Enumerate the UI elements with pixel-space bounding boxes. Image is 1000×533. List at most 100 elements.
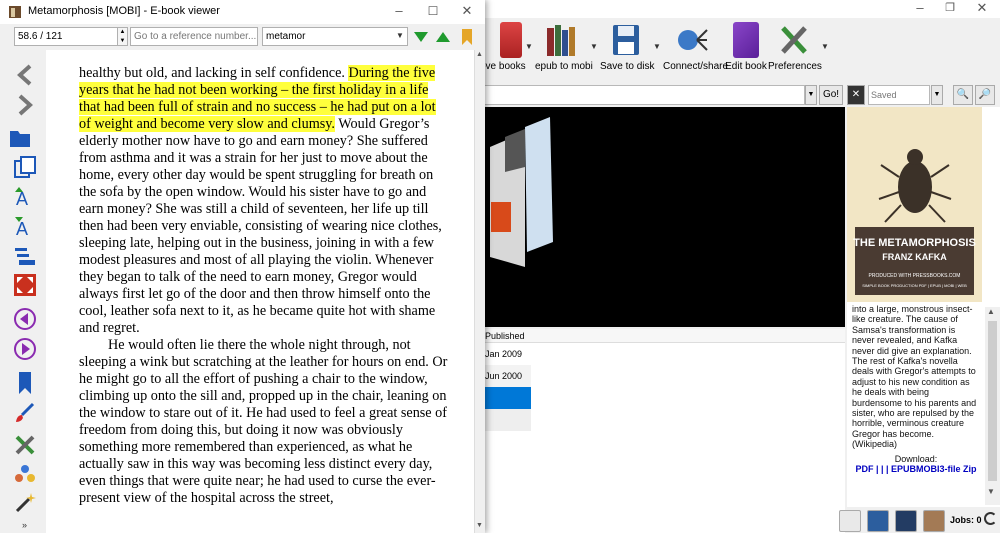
book-cover[interactable]: THE METAMORPHOSIS FRANZ KAFKA PRODUCED W…: [847, 107, 982, 302]
book-text: healthy but old, and lacking in self con…: [79, 65, 449, 507]
search-options-icon[interactable]: 🔎: [975, 85, 995, 105]
bookmarks-icon[interactable]: [12, 370, 38, 396]
text-run: healthy but old, and lacking in self con…: [79, 65, 349, 81]
paragraph: healthy but old, and lacking in self con…: [79, 65, 449, 337]
minimize-icon[interactable]: –: [905, 0, 935, 18]
table-row[interactable]: [485, 409, 531, 431]
chevron-down-icon[interactable]: ▼: [931, 85, 943, 105]
tag-icon[interactable]: [839, 510, 861, 532]
list-view-icon[interactable]: [867, 510, 889, 532]
chevron-down-icon[interactable]: ▼: [805, 85, 817, 105]
paragraph: He would often lie there the whole night…: [79, 337, 448, 506]
close-icon[interactable]: ✕: [452, 3, 482, 21]
cover-flow[interactable]: [485, 107, 845, 327]
download-label: Download:: [894, 453, 938, 464]
font-size-larger-icon[interactable]: A: [12, 184, 38, 210]
chevron-down-icon[interactable]: ▼: [396, 31, 404, 40]
scroll-up-icon[interactable]: ▲: [476, 51, 483, 58]
column-header-published[interactable]: Published: [485, 329, 845, 343]
reference-input[interactable]: Go to a reference number...: [130, 27, 258, 46]
fullscreen-icon[interactable]: [12, 272, 38, 298]
magic-wand-icon[interactable]: [12, 490, 38, 516]
book-view-icon[interactable]: [923, 510, 945, 532]
minimize-icon[interactable]: –: [384, 3, 414, 21]
cover-flow-books: [490, 117, 553, 267]
main-toolbar: ove books ▼ epub to mobi ▼ Save to disk …: [480, 18, 1000, 84]
cover-title: THE METAMORPHOSIS: [853, 237, 976, 249]
next-page-icon[interactable]: [12, 336, 38, 362]
previous-page-icon[interactable]: [12, 306, 38, 332]
spinbox-arrows[interactable]: ▲ ▼: [117, 27, 128, 46]
search-bar: ▼ Go! ✕ Saved Searches ▼ 🔍 🔎: [485, 84, 1000, 118]
svg-text:A: A: [16, 219, 28, 239]
details-scrollbar[interactable]: ▲ ▼: [985, 307, 1000, 505]
save-to-disk-button[interactable]: Save to disk: [600, 18, 654, 82]
viewer-titlebar: Metamorphosis [MOBI] - E-book viewer – ☐…: [0, 0, 485, 24]
clear-search-icon[interactable]: ✕: [847, 85, 865, 105]
books-icon: [544, 22, 578, 58]
chevron-down-icon[interactable]: ▼: [525, 42, 533, 51]
viewer-toolbar: 58.6 / 121 ▲ ▼ Go to a reference number..…: [0, 24, 485, 50]
scroll-up-icon[interactable]: ▲: [987, 307, 995, 316]
preferences-button[interactable]: Preferences: [768, 18, 822, 82]
trash-icon: [500, 22, 522, 58]
scroll-down-icon[interactable]: ▼: [476, 522, 483, 529]
search-icon[interactable]: 🔍: [953, 85, 973, 105]
book-page[interactable]: healthy but old, and lacking in self con…: [46, 50, 474, 533]
close-icon[interactable]: ✕: [967, 0, 997, 18]
find-next-icon[interactable]: [413, 30, 429, 44]
maximize-icon[interactable]: ☐: [418, 3, 448, 21]
tools-icon: [777, 22, 811, 58]
book-details-text: into a large, monstrous insect-like crea…: [852, 304, 980, 504]
preferences-icon[interactable]: [12, 432, 38, 458]
highlight-brush-icon[interactable]: [12, 400, 38, 426]
chevron-down-icon[interactable]: ▼: [590, 42, 598, 51]
beetle-illustration: THE METAMORPHOSIS FRANZ KAFKA PRODUCED W…: [847, 107, 982, 302]
metadata-icon[interactable]: [12, 462, 38, 488]
jobs-status[interactable]: Jobs: 0: [950, 515, 982, 525]
chevron-down-icon[interactable]: ▼: [821, 42, 829, 51]
grid-view-icon[interactable]: [895, 510, 917, 532]
find-previous-icon[interactable]: [435, 30, 451, 44]
copy-icon[interactable]: [12, 154, 38, 180]
restore-icon[interactable]: ❐: [935, 0, 965, 18]
book-description: into a large, monstrous insect-like crea…: [852, 304, 977, 450]
scroll-thumb[interactable]: [988, 321, 997, 481]
page-scrollbar[interactable]: ▲ ▼: [474, 50, 485, 533]
chevron-up-icon[interactable]: ▲: [118, 28, 127, 37]
book-list-table[interactable]: Published Jan 2009 Jun 2000: [485, 329, 845, 533]
ebook-viewer-window: Metamorphosis [MOBI] - E-book viewer – ☐…: [0, 0, 485, 533]
table-of-contents-icon[interactable]: [12, 244, 38, 270]
forward-icon[interactable]: [12, 92, 38, 118]
go-button[interactable]: Go!: [819, 85, 843, 105]
text-run: Would Gregor’s elderly mother now have t…: [79, 116, 442, 336]
open-folder-icon[interactable]: [8, 124, 34, 150]
status-bar: Jobs: 0: [830, 505, 1000, 533]
window-title: Metamorphosis [MOBI] - E-book viewer: [28, 5, 220, 17]
saved-searches-input[interactable]: Saved Searches: [868, 85, 930, 118]
more-tools-icon[interactable]: »: [22, 520, 27, 530]
back-icon[interactable]: [12, 62, 38, 88]
connect-share-button[interactable]: Connect/share: [663, 18, 728, 82]
cover-formats: SIMPLE BOOK PRODUCTION PDF | EPUB | MOBI…: [862, 283, 967, 288]
edit-book-icon: [733, 22, 759, 58]
convert-books-button[interactable]: epub to mobi: [535, 18, 593, 82]
position-spinbox[interactable]: 58.6 / 121: [14, 27, 118, 46]
font-size-smaller-icon[interactable]: A: [12, 214, 38, 240]
table-row-selected[interactable]: [485, 387, 531, 409]
main-titlebar: – ❐ ✕: [485, 0, 1000, 18]
search-input[interactable]: metamor: [262, 27, 408, 46]
scroll-down-icon[interactable]: ▼: [987, 487, 995, 496]
bookmark-icon[interactable]: [459, 27, 475, 47]
table-row[interactable]: Jan 2009: [485, 343, 531, 365]
chevron-down-icon[interactable]: ▼: [653, 42, 661, 51]
edit-book-button[interactable]: Edit book: [723, 18, 769, 82]
network-icon: [675, 22, 709, 58]
viewer-sidebar: A A »: [0, 50, 46, 533]
table-row[interactable]: Jun 2000: [485, 365, 531, 387]
download-links[interactable]: PDF | | | EPUBMOBI3-file Zip: [852, 464, 980, 474]
spinner-icon: [984, 512, 997, 525]
remove-books-button[interactable]: ove books: [480, 18, 530, 82]
chevron-down-icon[interactable]: ▼: [118, 37, 127, 46]
search-input[interactable]: [485, 85, 805, 105]
